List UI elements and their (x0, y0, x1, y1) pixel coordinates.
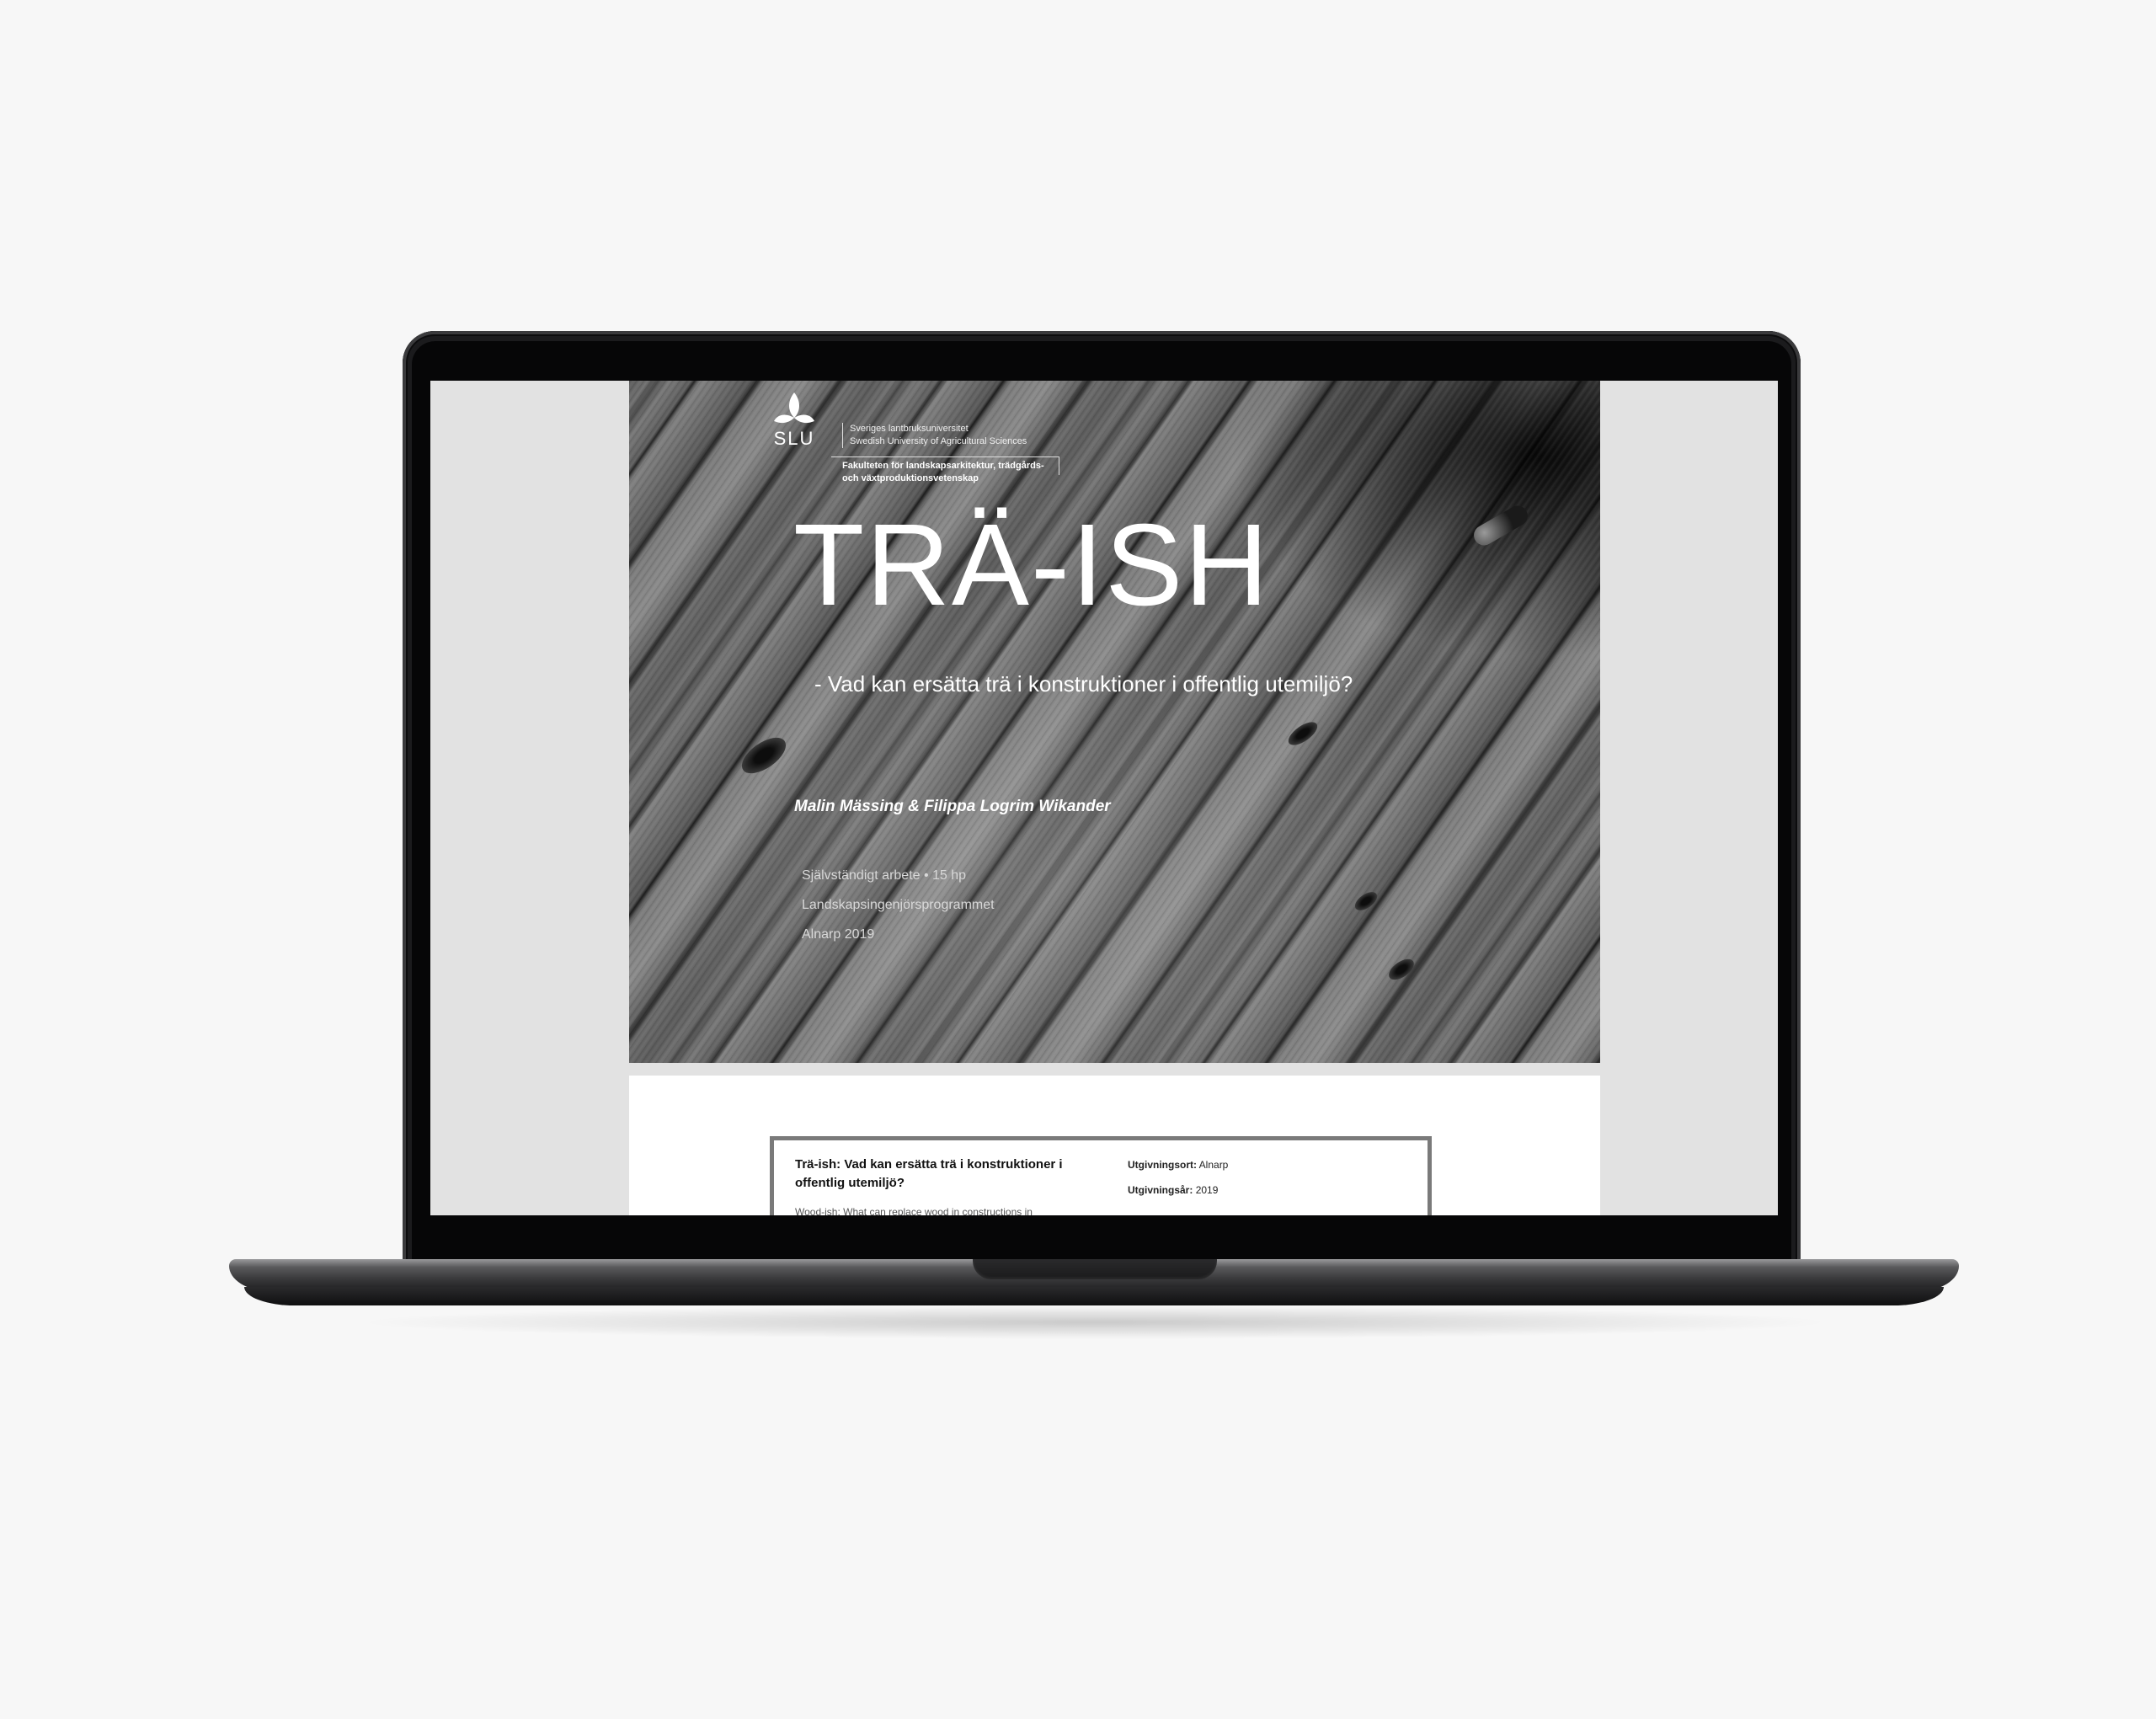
document-second-page: Trä-ish: Vad kan ersätta trä i konstrukt… (629, 1076, 1600, 1215)
document-subtitle: - Vad kan ersätta trä i konstruktioner i… (814, 671, 1353, 697)
logo-wordmark: SLU (773, 428, 815, 449)
document-cover-page: SLU Sveriges lantbruksuniversitet Swedis… (629, 381, 1600, 1063)
faculty-name: Fakulteten för landskapsarkitektur, träd… (842, 460, 1044, 485)
university-name: Sveriges lantbruksuniversitet Swedish Un… (842, 423, 1027, 448)
laptop-screen[interactable]: SLU Sveriges lantbruksuniversitet Swedis… (430, 381, 1778, 1215)
product-mockup: SLU Sveriges lantbruksuniversitet Swedis… (0, 0, 2156, 1719)
document-meta: Självständigt arbete • 15 hp Landskapsin… (802, 861, 995, 949)
faculty-line-2: och växtproduktionsvetenskap (842, 473, 979, 483)
university-name-en: Swedish University of Agricultural Scien… (850, 436, 1027, 446)
faculty-line-1: Fakulteten för landskapsarkitektur, träd… (842, 461, 1044, 471)
info-year: Utgivningsår: 2019 (1128, 1184, 1218, 1196)
publication-info-box: Trä-ish: Vad kan ersätta trä i konstrukt… (770, 1136, 1432, 1215)
info-year-value: 2019 (1195, 1184, 1219, 1196)
info-year-label: Utgivningsår: (1128, 1184, 1193, 1196)
laptop-base-lip (244, 1287, 1944, 1305)
info-place-value: Alnarp (1198, 1159, 1229, 1171)
info-subtitle-en: Wood-ish: What can replace wood in const… (795, 1206, 1033, 1215)
document-title: TRÄ-ISH (793, 500, 1270, 630)
laptop-shadow (354, 1305, 1836, 1339)
meta-credits: Självständigt arbete • 15 hp (802, 868, 967, 883)
laptop-opening-notch (973, 1259, 1217, 1279)
meta-programme: Landskapsingenjörsprogrammet (802, 898, 995, 912)
meta-place-year: Alnarp 2019 (802, 927, 875, 942)
wood-grain-texture (629, 381, 1600, 1063)
header-rule (831, 456, 1059, 457)
document-authors: Malin Mässing & Filippa Logrim Wikander (794, 798, 1111, 815)
info-place-label: Utgivningsort: (1128, 1159, 1197, 1171)
info-title: Trä-ish: Vad kan ersätta trä i konstrukt… (795, 1157, 1063, 1190)
info-place: Utgivningsort: Alnarp (1128, 1159, 1228, 1171)
university-name-sv: Sveriges lantbruksuniversitet (850, 424, 969, 434)
